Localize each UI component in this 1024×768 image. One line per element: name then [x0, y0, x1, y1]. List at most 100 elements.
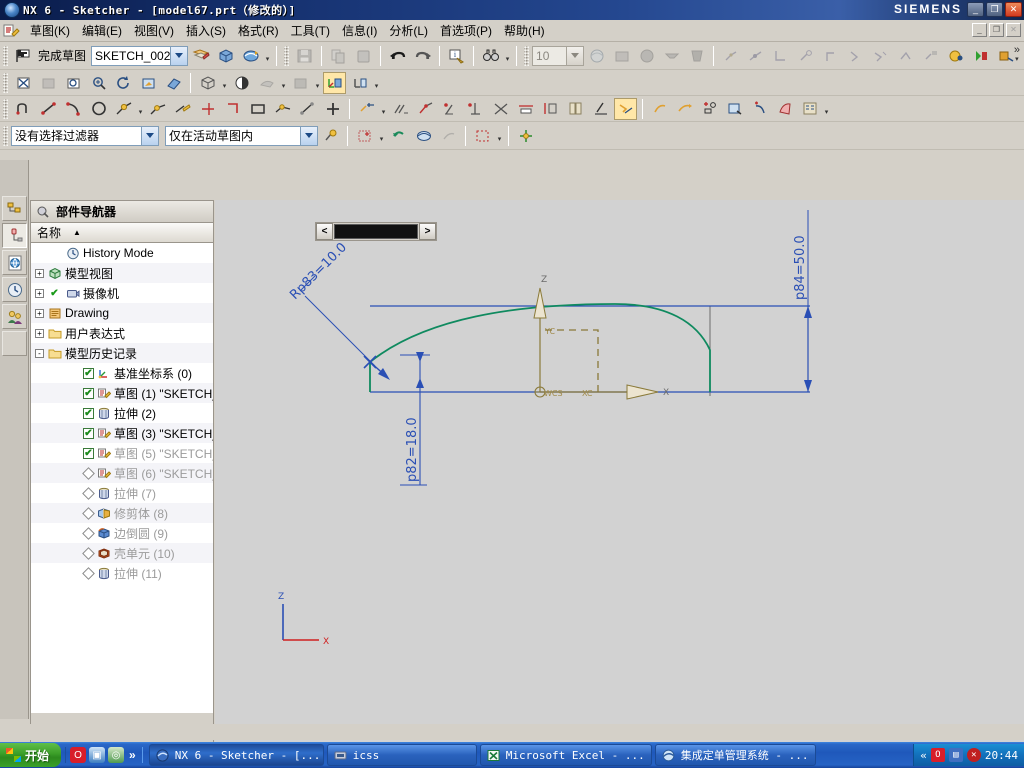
tree-item[interactable]: ✔ 草图 (3) "SKETCH_: [31, 423, 213, 443]
selection-scope-dropdown-icon[interactable]: [300, 126, 317, 145]
sketch-name-dropdown-icon[interactable]: [170, 46, 188, 65]
convert-reference-icon[interactable]: [589, 98, 612, 120]
mdi-minimize-button[interactable]: _: [972, 23, 987, 37]
line-icon[interactable]: [37, 98, 60, 120]
relation-browser-icon[interactable]: [564, 98, 587, 120]
face-analysis-icon[interactable]: [685, 45, 708, 67]
toolbar-overflow-chevron[interactable]: » ▾: [1014, 45, 1020, 65]
tree-checkbox[interactable]: ✔: [83, 407, 94, 419]
wcs-display-icon[interactable]: [323, 71, 346, 94]
tree-suppressed-marker[interactable]: [83, 548, 94, 559]
constraint-icon-1[interactable]: [719, 45, 742, 67]
tree-checkbox[interactable]: ✔: [83, 427, 94, 439]
view-more-arrow-3[interactable]: ▾: [313, 72, 322, 94]
selection-filter-dropdown-icon[interactable]: [141, 126, 158, 145]
snap-point-icon[interactable]: [319, 125, 342, 147]
selection-filter-combo[interactable]: 没有选择过滤器: [11, 125, 159, 146]
menu-item-edit[interactable]: 编辑(E): [76, 20, 128, 41]
view-more-arrow-1[interactable]: ▾: [220, 72, 229, 94]
sketch-canvas[interactable]: Z X WCS YC XC p84=50.0 p82=18.0 Rp83=10.…: [215, 200, 1024, 760]
sketch-orient-icon[interactable]: [239, 45, 262, 67]
toolbar-grip[interactable]: [3, 45, 8, 66]
toolbar-grip-2[interactable]: [284, 45, 290, 66]
find-icon[interactable]: [479, 45, 502, 67]
tree-item[interactable]: 边倒圆 (9): [31, 523, 213, 543]
animate-dimension-tool-icon[interactable]: [614, 97, 637, 120]
sketch-plane-icon[interactable]: [189, 45, 212, 67]
trim-recipe-icon[interactable]: [171, 98, 194, 120]
tree-checkbox[interactable]: ✔: [83, 447, 94, 459]
tree-suppressed-marker[interactable]: [83, 468, 94, 479]
start-button[interactable]: 开始: [0, 743, 62, 767]
tree-item[interactable]: + ✔ 摄像机: [31, 283, 213, 303]
constraint-icon-2[interactable]: [744, 45, 767, 67]
constraint-icon-3[interactable]: [769, 45, 792, 67]
web-browser-icon[interactable]: [2, 250, 27, 275]
sketch-options-more-arrow[interactable]: ▾: [822, 98, 831, 120]
menu-item-help[interactable]: 帮助(H): [498, 20, 551, 41]
menu-item-view[interactable]: 视图(V): [128, 20, 180, 41]
tree-item[interactable]: ✔ 草图 (5) "SKETCH_: [31, 443, 213, 463]
part-navigator-icon[interactable]: [2, 223, 27, 248]
menu-item-sketch[interactable]: 草图(K): [24, 20, 76, 41]
pin-icon[interactable]: [35, 204, 50, 219]
snap-value-combo[interactable]: 10: [532, 45, 585, 66]
toolbar-grip-3[interactable]: [524, 45, 530, 66]
intersection-curve-icon[interactable]: [773, 98, 796, 120]
alternate-solution-icon[interactable]: [514, 98, 537, 120]
menu-item-format[interactable]: 格式(R): [232, 20, 285, 41]
shading-mode-icon[interactable]: [230, 72, 253, 94]
shaded-icon[interactable]: [610, 45, 633, 67]
tree-suppressed-marker[interactable]: [83, 528, 94, 539]
partially-shaded-icon[interactable]: [660, 45, 683, 67]
rectangle-select-icon[interactable]: [471, 125, 494, 147]
tree-item[interactable]: + Drawing: [31, 303, 213, 323]
redo-icon[interactable]: [411, 45, 434, 67]
find-more-arrow[interactable]: ▾: [503, 45, 512, 67]
info-object-icon[interactable]: i: [445, 45, 468, 67]
dimension-more-arrow[interactable]: ▾: [379, 98, 388, 120]
window-maximize-button[interactable]: ❐: [986, 2, 1003, 17]
wcs-orient-icon[interactable]: [348, 72, 371, 94]
tree-suppressed-marker[interactable]: [83, 488, 94, 499]
view-toolbar-grip[interactable]: [3, 72, 8, 93]
constraint-icon-7[interactable]: [869, 45, 892, 67]
taskbar-task[interactable]: 集成定单管理系统 - ...: [654, 744, 816, 766]
copy-icon[interactable]: [327, 45, 350, 67]
select-face-icon[interactable]: [412, 125, 435, 147]
window-close-button[interactable]: ✕: [1005, 2, 1022, 17]
constraint-color-icon[interactable]: [969, 45, 992, 67]
derive-lines-icon[interactable]: [648, 98, 671, 120]
tree-item[interactable]: - 模型历史记录: [31, 343, 213, 363]
render-style-icon[interactable]: [255, 72, 278, 94]
profile-icon[interactable]: [12, 98, 35, 120]
rectangle-select-arrow[interactable]: ▾: [495, 125, 504, 147]
auto-dimension-icon[interactable]: [539, 98, 562, 120]
quick-launch-app-icon[interactable]: ◎: [108, 747, 125, 763]
zoom-in-out-icon[interactable]: [87, 72, 110, 94]
tree-suppressed-marker[interactable]: [83, 508, 94, 519]
add-existing-curve-icon[interactable]: [698, 98, 721, 120]
tree-expander-icon[interactable]: +: [35, 328, 44, 338]
quick-launch-overflow-icon[interactable]: »: [127, 748, 138, 762]
menu-item-preferences[interactable]: 首选项(P): [434, 20, 498, 41]
view-more-arrow-2[interactable]: ▾: [279, 72, 288, 94]
display-constraints-icon[interactable]: [944, 45, 967, 67]
show-all-constraints-icon[interactable]: [464, 98, 487, 120]
constraint-icon-4[interactable]: [794, 45, 817, 67]
sketch-name-combo[interactable]: SKETCH_002: [91, 45, 189, 66]
perspective-icon[interactable]: [162, 72, 185, 94]
reattach-sketch-icon[interactable]: [214, 45, 237, 67]
history-icon[interactable]: [2, 277, 27, 302]
tree-item[interactable]: ✔ 草图 (1) "SKETCH_: [31, 383, 213, 403]
tray-alert-icon[interactable]: ✕: [966, 748, 981, 762]
select-general-icon[interactable]: [353, 125, 376, 147]
chamfer-icon[interactable]: [146, 98, 169, 120]
select-edge-icon[interactable]: [437, 125, 460, 147]
tree-item[interactable]: 草图 (6) "SKETCH_: [31, 463, 213, 483]
roles-icon[interactable]: [2, 304, 27, 329]
rotate-icon[interactable]: [112, 72, 135, 94]
navigator-column-header[interactable]: 名称 ▲: [31, 223, 213, 243]
fit-view-icon[interactable]: [12, 72, 35, 94]
tree-expander-icon[interactable]: +: [35, 288, 44, 298]
